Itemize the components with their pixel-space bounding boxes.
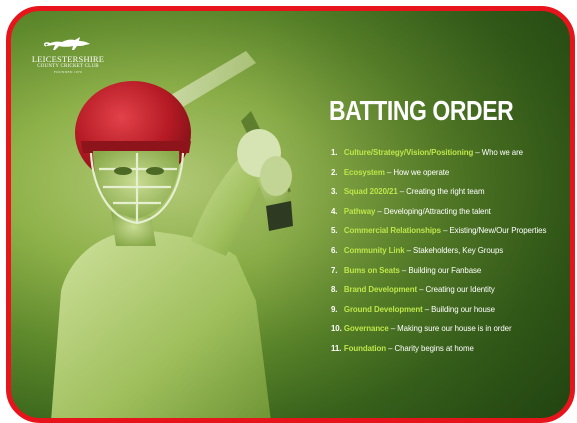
list-item: 9. Ground Development – Building our hous… <box>331 304 548 324</box>
item-highlight: Pathway <box>343 205 376 216</box>
list-item: 2. Ecosystem – How we operate <box>331 167 548 187</box>
item-description: – Building our Fanbase <box>399 264 482 275</box>
item-number: 11. <box>331 342 342 353</box>
item-description: – How we operate <box>384 166 450 177</box>
item-highlight: Culture/Strategy/Vision/Positioning <box>343 147 474 157</box>
list-item: 5. Commercial Relationships – Existing/Ne… <box>331 225 548 245</box>
list-item: 8. Brand Development – Creating our Ident… <box>331 284 548 304</box>
item-description: – Developing/Attracting the talent <box>375 205 491 216</box>
item-description: – Existing/New/Our Properties <box>440 225 547 236</box>
item-number: 9. <box>331 303 338 314</box>
item-highlight: Governance <box>343 323 389 334</box>
item-number: 3. <box>331 186 338 197</box>
item-description: – Who we are <box>473 147 523 157</box>
cricketer-illustration <box>51 51 293 418</box>
list-item: 7. Bums on Seats – Building our Fanbase <box>331 265 548 285</box>
item-highlight: Commercial Relationships <box>343 225 441 236</box>
item-number: 10. <box>331 323 342 334</box>
item-description: – Stakeholders, Key Groups <box>404 244 504 255</box>
item-highlight: Foundation <box>343 342 386 353</box>
item-description: – Charity begins at home <box>385 342 474 353</box>
batting-order-list: 1. Culture/Strategy/Vision/Positioning – … <box>331 147 567 363</box>
item-description: – Making sure our house is in order <box>388 323 512 334</box>
item-number: 6. <box>331 244 338 255</box>
item-highlight: Community Link <box>343 244 405 255</box>
list-item: 10. Governance – Making sure our house is… <box>331 323 548 343</box>
item-number: 2. <box>331 166 338 177</box>
list-item: 3. Squad 2020/21 – Creating the right tea… <box>331 186 548 206</box>
list-item: 11. Foundation – Charity begins at home <box>331 343 548 363</box>
item-number: 7. <box>331 264 338 275</box>
item-highlight: Brand Development <box>343 284 418 295</box>
torso-shape <box>51 230 271 418</box>
item-highlight: Ecosystem <box>343 166 385 177</box>
list-item: 4. Pathway – Developing/Attracting the ta… <box>331 206 548 226</box>
item-highlight: Squad 2020/21 <box>343 186 398 197</box>
item-number: 8. <box>331 284 338 295</box>
slide-frame: LEICESTERSHIRE COUNTY CRICKET CLUB FOUND… <box>6 6 575 423</box>
item-description: – Creating our Identity <box>417 284 495 295</box>
item-number: 1. <box>331 147 338 157</box>
item-description: – Creating the right team <box>397 186 485 197</box>
item-description: – Building our house <box>422 303 495 314</box>
list-item: 6. Community Link – Stakeholders, Key Gro… <box>331 245 548 265</box>
item-number: 4. <box>331 205 338 216</box>
slide-title: BATTING ORDER <box>329 95 514 126</box>
item-number: 5. <box>331 225 338 236</box>
list-item: 1. Culture/Strategy/Vision/Positioning – … <box>331 147 548 167</box>
item-highlight: Ground Development <box>343 303 423 314</box>
item-highlight: Bums on Seats <box>343 264 400 275</box>
